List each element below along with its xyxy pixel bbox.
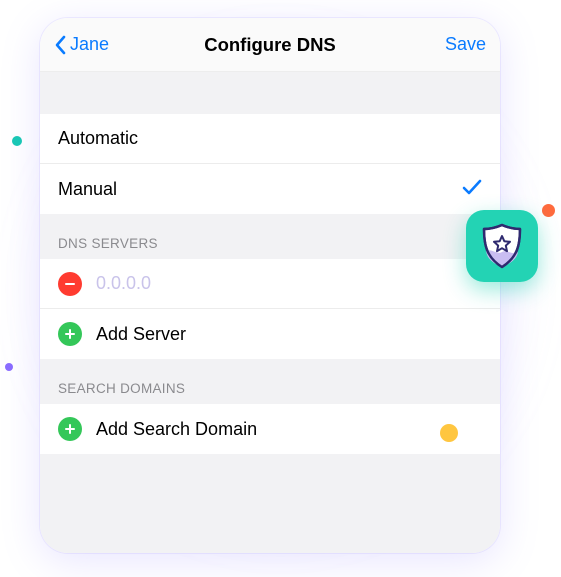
back-label: Jane	[70, 34, 109, 55]
mode-option-label: Manual	[58, 179, 117, 200]
mode-option-manual[interactable]: Manual	[40, 164, 500, 214]
add-domain-button[interactable]	[58, 417, 82, 441]
decorative-dot	[440, 424, 458, 442]
search-domains-header: SEARCH DOMAINS	[40, 359, 500, 404]
dns-servers-header: DNS SERVERS	[40, 214, 500, 259]
add-server-row[interactable]: Add Server	[40, 309, 500, 359]
minus-icon	[64, 278, 76, 290]
add-server-button[interactable]	[58, 322, 82, 346]
mode-group: Automatic Manual	[40, 114, 500, 214]
app-badge	[466, 210, 538, 282]
spacer	[40, 72, 500, 114]
plus-icon	[64, 328, 76, 340]
shield-star-icon	[479, 222, 525, 270]
decorative-dot	[12, 136, 22, 146]
plus-icon	[64, 423, 76, 435]
mode-option-automatic[interactable]: Automatic	[40, 114, 500, 164]
search-domains-group: Add Search Domain	[40, 404, 500, 454]
settings-panel: Jane Configure DNS Save Automatic Manual…	[40, 18, 500, 553]
decorative-dot	[5, 363, 13, 371]
navbar: Jane Configure DNS Save	[40, 18, 500, 72]
checkmark-icon	[462, 178, 482, 201]
dns-server-row[interactable]	[40, 259, 500, 309]
remove-server-button[interactable]	[58, 272, 82, 296]
mode-option-label: Automatic	[58, 128, 138, 149]
add-domain-label: Add Search Domain	[96, 419, 257, 440]
add-domain-row[interactable]: Add Search Domain	[40, 404, 500, 454]
content: Automatic Manual DNS SERVERS	[40, 72, 500, 553]
dns-servers-group: Add Server	[40, 259, 500, 359]
chevron-left-icon	[54, 35, 68, 55]
save-button[interactable]: Save	[445, 34, 486, 55]
add-server-label: Add Server	[96, 324, 186, 345]
decorative-dot	[542, 204, 555, 217]
dns-server-input[interactable]	[96, 273, 482, 294]
back-button[interactable]: Jane	[54, 34, 109, 55]
